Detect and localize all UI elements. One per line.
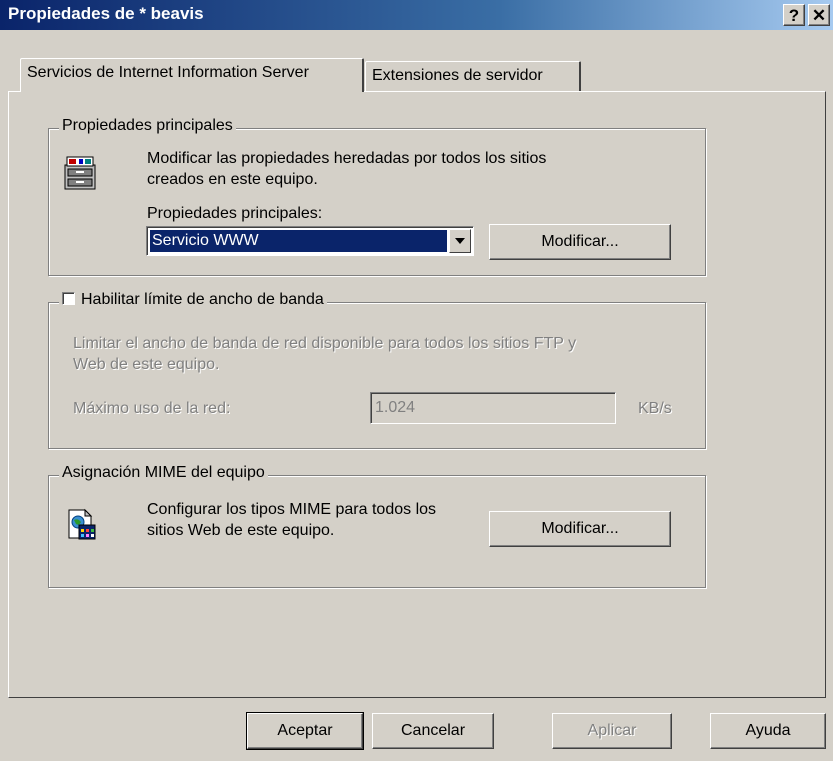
help-button[interactable]: ?: [783, 4, 805, 26]
mime-group: Asignación MIME del equipo Configurar lo…: [48, 464, 706, 588]
master-properties-select[interactable]: Servicio WWW: [146, 226, 474, 256]
apply-button[interactable]: Aplicar: [552, 713, 672, 749]
tab-server-extensions[interactable]: Extensiones de servidor: [365, 61, 581, 91]
max-usage-unit: KB/s: [638, 400, 672, 417]
master-description-line2: creados en este equipo.: [147, 171, 318, 188]
max-usage-input[interactable]: 1.024: [370, 392, 616, 424]
cancel-button[interactable]: Cancelar: [372, 713, 494, 749]
tab-iis-services[interactable]: Servicios de Internet Information Server: [20, 58, 364, 92]
max-usage-label: Máximo uso de la red:: [73, 400, 231, 417]
window-title: Propiedades de * beavis: [8, 4, 204, 23]
master-select-label: Propiedades principales:: [147, 205, 323, 222]
bandwidth-checkbox-label[interactable]: Habilitar límite de ancho de banda: [81, 291, 324, 308]
help-footer-button[interactable]: Ayuda: [710, 713, 826, 749]
master-properties-group: Propiedades principales Modificar las pr…: [48, 117, 706, 276]
mime-legend: Asignación MIME del equipo: [59, 464, 268, 482]
master-description-line1: Modificar las propiedades heredadas por …: [147, 150, 547, 167]
master-edit-button[interactable]: Modificar...: [489, 224, 671, 260]
tab-panel: Propiedades principales Modificar las pr…: [8, 91, 826, 698]
mime-description-line2: sitios Web de este equipo.: [147, 522, 335, 539]
close-button[interactable]: ✕: [808, 4, 830, 26]
master-properties-legend: Propiedades principales: [59, 117, 236, 135]
bandwidth-legend: Habilitar límite de ancho de banda: [59, 291, 327, 309]
tab-label: Servicios de Internet Information Server: [27, 64, 309, 81]
properties-dialog: Propiedades de * beavis ? ✕ Servicios de…: [0, 0, 833, 761]
bandwidth-group: Habilitar límite de ancho de banda Limit…: [48, 291, 706, 449]
server-properties-icon: [63, 155, 97, 196]
title-bar: Propiedades de * beavis ? ✕: [0, 0, 833, 30]
chevron-down-icon[interactable]: [449, 229, 471, 253]
ok-button[interactable]: Aceptar: [246, 712, 364, 750]
mime-edit-button[interactable]: Modificar...: [489, 511, 671, 547]
mime-description-line1: Configurar los tipos MIME para todos los: [147, 501, 437, 518]
bandwidth-description-line2: Web de este equipo.: [73, 356, 220, 373]
mime-types-icon: [67, 508, 97, 547]
tab-label: Extensiones de servidor: [372, 67, 543, 84]
bandwidth-description-line1: Limitar el ancho de banda de red disponi…: [73, 335, 577, 352]
select-value: Servicio WWW: [150, 230, 447, 252]
bandwidth-checkbox[interactable]: [62, 292, 75, 305]
